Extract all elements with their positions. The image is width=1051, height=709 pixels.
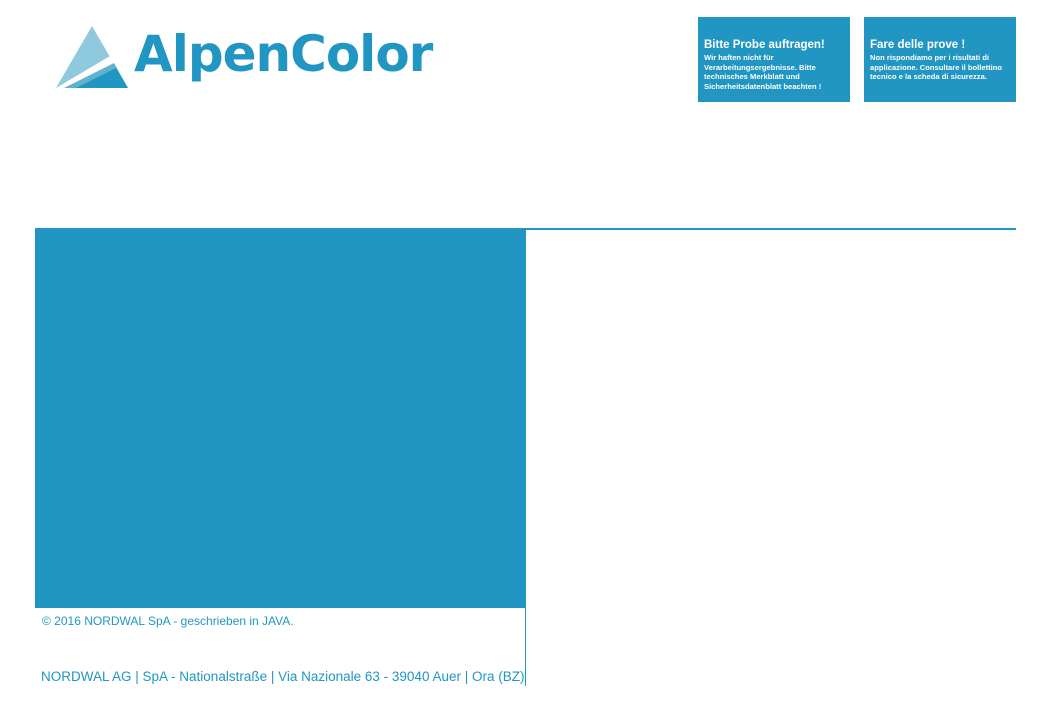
notice-title-german: Bitte Probe auftragen! [704, 39, 825, 51]
notice-title-italian: Fare delle prove ! [870, 39, 966, 51]
notice-body-german: Wir haften nicht für Verarbeitungsergebn… [704, 53, 822, 91]
notice-body-italian: Non rispondiamo per i risultati di appli… [870, 53, 1003, 82]
page: AlpenColor Bitte Probe auftragen! Wir ha… [0, 0, 1051, 709]
brand-name: AlpenColor [134, 25, 433, 83]
notice-box-italian: Fare delle prove ! Non rispondiamo per i… [864, 17, 1016, 102]
main-content-panel [35, 230, 526, 608]
mountain-triangle-icon [56, 26, 128, 88]
brand-logo[interactable]: AlpenColor [56, 24, 433, 90]
copyright-text: © 2016 NORDWAL SpA - geschrieben in JAVA… [42, 614, 294, 628]
notice-box-german: Bitte Probe auftragen! Wir haften nicht … [698, 17, 850, 102]
company-address: NORDWAL AG | SpA - Nationalstraße | Via … [41, 669, 525, 684]
column-divider [525, 230, 526, 686]
